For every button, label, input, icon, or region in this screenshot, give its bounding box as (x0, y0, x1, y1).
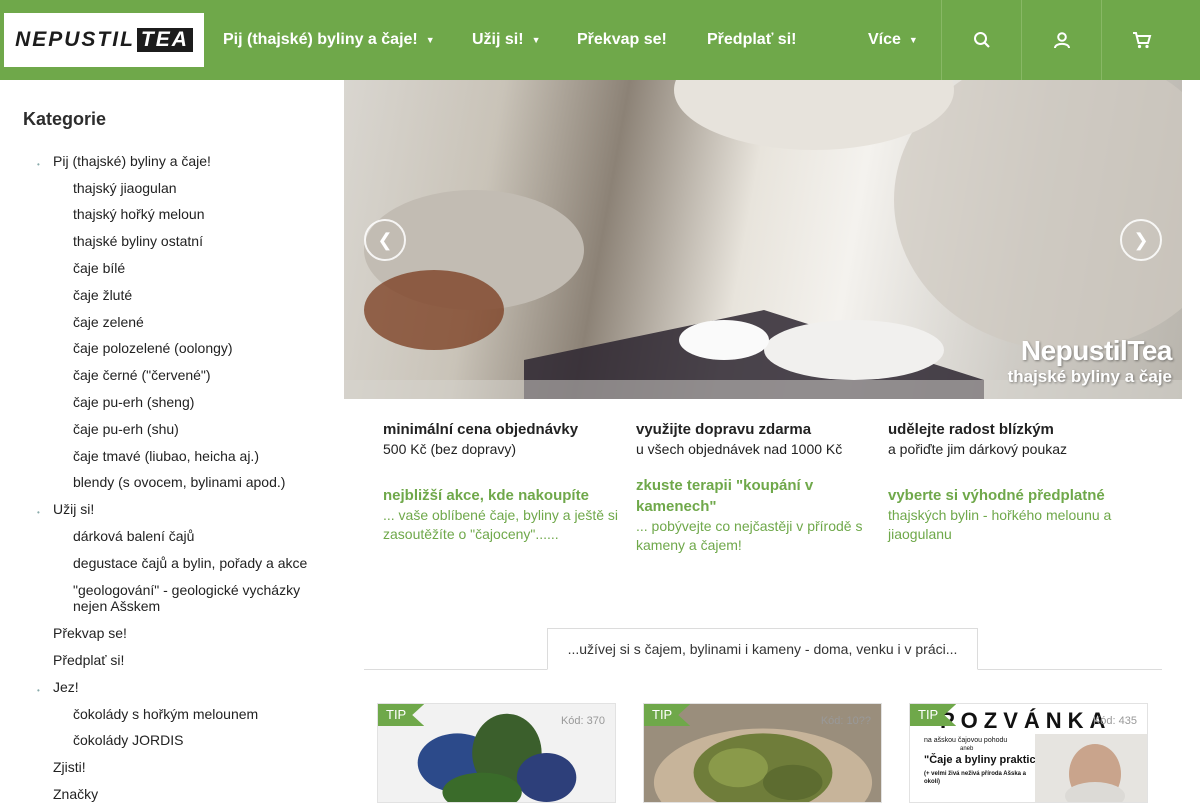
subcategory-item[interactable]: čaje zelené (73, 314, 310, 330)
category-item[interactable]: Překvap se! (53, 625, 310, 641)
hero-banner[interactable]: ❮ ❯ NepustilTea thajské byliny a čaje (344, 80, 1182, 399)
category-label: blendy (s ovocem, bylinami apod.) (73, 474, 286, 490)
nav-item-vice[interactable]: Více ▼ (868, 0, 918, 80)
subcategory-item[interactable]: čaje žluté (73, 287, 310, 303)
category-item[interactable]: • Jez! (37, 679, 310, 695)
subcategory-item[interactable]: thajský jiaogulan (73, 180, 310, 196)
banner-next-button[interactable]: ❯ (1120, 219, 1162, 261)
category-label: čokolády JORDIS (73, 732, 184, 748)
subcategory-item[interactable]: thajský hořký meloun (73, 206, 310, 222)
banner-prev-button[interactable]: ❮ (364, 219, 406, 261)
category-label: Jez! (53, 679, 79, 695)
product-code: Kód: 435 (1092, 715, 1137, 727)
subcategory-item[interactable]: čaje tmavé (liubao, heicha aj.) (73, 448, 310, 464)
expand-bullet-icon: • (37, 686, 40, 695)
category-label: "geologování" - geologické vycházky neje… (73, 582, 301, 614)
info-gift-voucher: udělejte radost blízkým a pořiďte jim dá… (888, 421, 1068, 457)
tab-enjoy[interactable]: ...užívej si s čajem, bylinami i kameny … (547, 628, 978, 670)
category-label: Zjisti! (53, 759, 86, 775)
category-label: thajský jiaogulan (73, 180, 177, 196)
cart-icon (1132, 32, 1151, 49)
subcategory-item[interactable]: čaje polozelené (oolongy) (73, 340, 310, 356)
category-label: degustace čajů a bylin, pořady a akce (73, 555, 308, 571)
subcategory-item[interactable]: čaje pu-erh (shu) (73, 421, 310, 437)
chevron-right-icon: ❯ (1133, 229, 1149, 250)
chevron-down-icon: ▼ (908, 35, 918, 45)
category-label: čaje zelené (73, 314, 144, 330)
account-button[interactable] (1021, 0, 1101, 80)
category-label: Užij si! (53, 501, 95, 517)
subcategory-item[interactable]: čokolády JORDIS (73, 732, 310, 748)
product-code: Kód: 10?? (820, 715, 871, 727)
subcategory-item[interactable]: čokolády s hořkým melounem (73, 706, 310, 722)
subcategory-item[interactable]: blendy (s ovocem, bylinami apod.) (73, 474, 310, 490)
nav-item-pij[interactable]: Pij (thajské) byliny a čaje! ▼ (223, 0, 435, 80)
category-item[interactable]: • Užij si! (37, 501, 310, 517)
category-label: Překvap se! (53, 625, 127, 641)
product-card[interactable]: TIP Kód: 370 (377, 703, 616, 803)
poster-photo (1035, 734, 1147, 802)
product-card[interactable]: TIP Kód: 10?? (643, 703, 882, 803)
poster-note: (+ velmi živá neživá příroda Ašska a oko… (924, 771, 1026, 785)
cart-button[interactable] (1101, 0, 1181, 80)
link-nearest-events[interactable]: nejbližší akce, kde nakoupíte ... vaše o… (383, 485, 623, 544)
subcategory-item[interactable]: čaje pu-erh (sheng) (73, 394, 310, 410)
expand-bullet-icon: • (37, 508, 40, 517)
category-label: čaje bílé (73, 260, 126, 276)
category-item[interactable]: • Pij (thajské) byliny a čaje! (37, 153, 310, 169)
logo-text-right: TEA (136, 28, 193, 52)
sidebar-title: Kategorie (23, 109, 107, 129)
header-bar: NEPUSTIL TEA Pij (thajské) byliny a čaje… (0, 0, 1200, 80)
category-label: čaje černé ("červené") (73, 367, 211, 383)
subcategory-item[interactable]: dárková balení čajů (73, 528, 310, 544)
category-item[interactable]: Zjisti! (53, 759, 310, 775)
link-stone-therapy[interactable]: zkuste terapii "koupání v kamenech" ... … (636, 475, 872, 555)
subcategory-item[interactable]: degustace čajů a bylin, pořady a akce (73, 555, 310, 571)
category-label: Pij (thajské) byliny a čaje! (53, 153, 211, 169)
info-free-shipping: využijte dopravu zdarma u všech objednáv… (636, 421, 843, 457)
category-label: čaje pu-erh (sheng) (73, 394, 195, 410)
link-subscription[interactable]: vyberte si výhodné předplatné thajských … (888, 485, 1148, 544)
category-label: dárková balení čajů (73, 528, 195, 544)
poster-quote: "Čaje a byliny prakticky" (924, 754, 1054, 766)
category-label: čaje polozelené (oolongy) (73, 340, 233, 356)
nav-item-prekvap[interactable]: Překvap se! (577, 0, 667, 80)
logo-text-left: NEPUSTIL (15, 28, 135, 51)
category-label: thajské byliny ostatní (73, 233, 203, 249)
subcategory-item[interactable]: thajské byliny ostatní (73, 233, 310, 249)
subcategory-item[interactable]: čaje černé ("červené") (73, 367, 310, 383)
search-icon (973, 32, 990, 48)
category-item[interactable]: Předplať si! (53, 652, 310, 668)
nav-item-uzij[interactable]: Užij si! ▼ (472, 0, 540, 80)
category-label: thajský hořký meloun (73, 206, 205, 222)
expand-bullet-icon: • (37, 160, 40, 169)
category-label: čaje pu-erh (shu) (73, 421, 179, 437)
chevron-down-icon: ▼ (425, 35, 435, 45)
product-code: Kód: 370 (560, 715, 605, 727)
category-label: Předplať si! (53, 652, 125, 668)
product-card[interactable]: POZVÁNKA na ašskou čajovou pohodu aneb "… (909, 703, 1148, 803)
category-label: čokolády s hořkým melounem (73, 706, 259, 722)
banner-watermark: NepustilTea thajské byliny a čaje (1007, 335, 1173, 386)
subcategory-item[interactable]: "geologování" - geologické vycházky neje… (73, 582, 310, 614)
poster-small: na ašskou čajovou pohodu (924, 737, 1008, 744)
subcategory-item[interactable]: čaje bílé (73, 260, 310, 276)
poster-title: POZVÁNKA (940, 708, 1112, 733)
chevron-left-icon: ❮ (377, 229, 393, 250)
category-label: čaje žluté (73, 287, 133, 303)
user-icon (1053, 32, 1070, 49)
poster-mid: aneb (960, 746, 974, 752)
search-button[interactable] (941, 0, 1021, 80)
chevron-down-icon: ▼ (531, 35, 541, 45)
category-label: čaje tmavé (liubao, heicha aj.) (73, 448, 259, 464)
logo[interactable]: NEPUSTIL TEA (4, 13, 204, 67)
nav-item-predplat[interactable]: Předplať si! (707, 0, 796, 80)
info-min-order: minimální cena objednávky 500 Kč (bez do… (383, 421, 579, 457)
